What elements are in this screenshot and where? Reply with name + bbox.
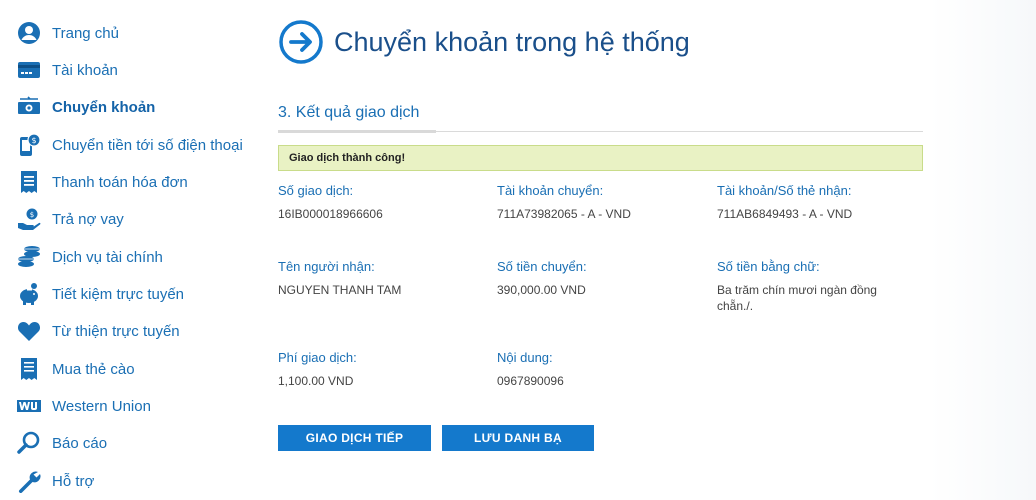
sidebar-item-charity[interactable]: Từ thiện trực tuyến: [16, 316, 180, 346]
field-label: Số giao dịch:: [278, 183, 354, 198]
sidebar-item-label: Trả nợ vay: [52, 210, 124, 228]
sidebar-item-label: Western Union: [52, 397, 151, 415]
sidebar-item-phone-transfer[interactable]: $ Chuyển tiền tới số điện thoại: [16, 130, 243, 160]
transaction-no-field: Số giao dịch: 16IB000018966606: [278, 183, 383, 222]
sidebar-item-loan-repayment[interactable]: $ Trả nợ vay: [16, 204, 124, 234]
sidebar-item-reports[interactable]: Báo cáo: [16, 428, 107, 458]
step-underline: [278, 130, 436, 133]
receipt-icon: [16, 169, 42, 195]
money-transfer-icon: [16, 94, 42, 120]
from-account-field: Tài khoản chuyển: 711A73982065 - A - VND: [497, 183, 631, 222]
success-message: Giao dịch thành công!: [278, 145, 923, 171]
background-fade: [930, 0, 1036, 500]
svg-text:$: $: [30, 211, 34, 219]
wrench-icon: [16, 468, 42, 494]
svg-text:$: $: [31, 136, 36, 145]
sidebar-item-label: Tài khoản: [52, 61, 118, 79]
field-value: NGUYEN THANH TAM: [278, 283, 402, 297]
field-label: Tài khoản/Số thẻ nhận:: [717, 183, 852, 198]
amount-words-field: Số tiền bằng chữ: Ba trăm chín mươi ngàn…: [717, 259, 907, 314]
heart-icon: [16, 318, 42, 344]
field-label: Tài khoản chuyển:: [497, 183, 604, 198]
field-label: Số tiền bằng chữ:: [717, 259, 820, 274]
sidebar-item-label: Hỗ trợ: [52, 472, 95, 490]
next-transaction-button[interactable]: GIAO DỊCH TIẾP: [278, 425, 431, 451]
to-account-field: Tài khoản/Số thẻ nhận: 711AB6849493 - A …: [717, 183, 852, 222]
step-tabbar: 3. Kết quả giao dịch: [278, 100, 923, 133]
sidebar-item-western-union[interactable]: Western Union: [16, 391, 151, 421]
sidebar-item-buy-card[interactable]: Mua thẻ cào: [16, 354, 135, 384]
user-icon: [16, 20, 42, 46]
save-contact-button[interactable]: LƯU DANH BẠ: [442, 425, 594, 451]
recipient-field: Tên người nhận: NGUYEN THANH TAM: [278, 259, 401, 298]
field-label: Nội dung:: [497, 350, 553, 365]
content-field: Nội dung: 0967890096: [497, 350, 564, 389]
field-label: Phí giao dịch:: [278, 350, 357, 365]
sidebar-item-bill-payment[interactable]: Thanh toán hóa đơn: [16, 167, 188, 197]
sidebar-item-label: Dịch vụ tài chính: [52, 248, 163, 266]
fee-field: Phí giao dịch: 1,100.00 VND: [278, 350, 357, 389]
magnifier-icon: [16, 430, 42, 456]
piggy-bank-icon: [16, 281, 42, 307]
field-value: Ba trăm chín mươi ngàn đồng chẵn./.: [717, 283, 877, 313]
coins-stack-icon: [16, 244, 42, 270]
field-value: 0967890096: [497, 374, 564, 388]
sidebar-item-online-savings[interactable]: Tiết kiệm trực tuyến: [16, 279, 184, 309]
field-label: Tên người nhận:: [278, 259, 375, 274]
arrow-right-circle-icon: [278, 19, 324, 65]
field-label: Số tiền chuyển:: [497, 259, 587, 274]
page-header: Chuyển khoản trong hệ thống: [278, 18, 690, 66]
sidebar-item-label: Từ thiện trực tuyến: [52, 322, 180, 340]
sidebar: Trang chủ Tài khoản Chuyển khoản $ Chuyể…: [0, 0, 258, 500]
sidebar-item-label: Trang chủ: [52, 24, 119, 42]
step-title: 3. Kết quả giao dịch: [278, 104, 420, 121]
success-message-text: Giao dịch thành công!: [289, 152, 406, 164]
sidebar-item-label: Báo cáo: [52, 434, 108, 452]
field-value: 711A73982065 - A - VND: [497, 207, 631, 221]
sidebar-item-support[interactable]: Hỗ trợ: [16, 466, 94, 496]
sidebar-item-label: Mua thẻ cào: [52, 360, 135, 378]
scratch-card-icon: [16, 356, 42, 382]
card-icon: [16, 57, 42, 83]
field-value: 16IB000018966606: [278, 207, 383, 221]
western-union-icon: [16, 393, 42, 419]
sidebar-item-transfer[interactable]: Chuyển khoản: [16, 92, 155, 122]
sidebar-item-financial-services[interactable]: Dịch vụ tài chính: [16, 242, 163, 272]
field-value: 390,000.00 VND: [497, 283, 586, 297]
sidebar-item-label: Tiết kiệm trực tuyến: [52, 285, 185, 303]
sidebar-item-label: Thanh toán hóa đơn: [52, 173, 188, 191]
page-title: Chuyển khoản trong hệ thống: [334, 26, 690, 57]
field-value: 711AB6849493 - A - VND: [717, 207, 853, 221]
sidebar-item-accounts[interactable]: Tài khoản: [16, 55, 118, 85]
sidebar-item-label: Chuyển tiền tới số điện thoại: [52, 136, 243, 154]
field-value: 1,100.00 VND: [278, 374, 354, 388]
hand-coin-icon: $: [16, 206, 42, 232]
amount-field: Số tiền chuyển: 390,000.00 VND: [497, 259, 587, 298]
phone-money-icon: $: [16, 132, 42, 158]
sidebar-item-label: Chuyển khoản: [52, 98, 156, 116]
sidebar-item-home[interactable]: Trang chủ: [16, 18, 119, 48]
